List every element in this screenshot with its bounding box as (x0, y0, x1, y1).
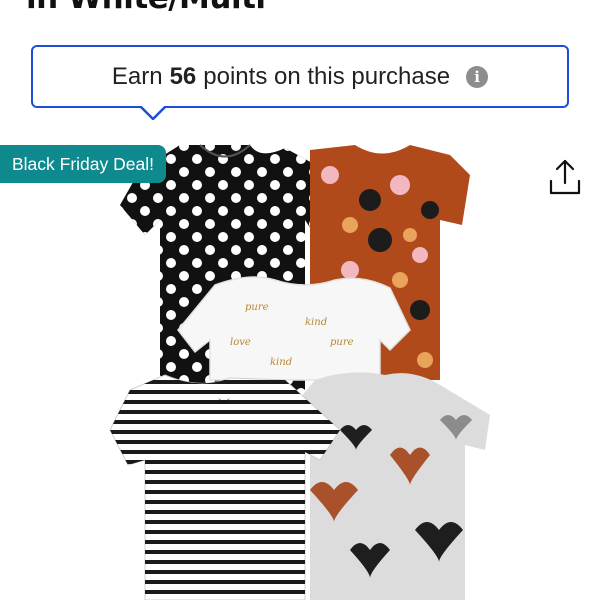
points-banner: Earn 56 points on this purchase i (31, 45, 569, 108)
product-image[interactable]: purekind love pure kind (100, 140, 500, 600)
points-prefix: Earn (111, 62, 163, 90)
points-suffix: points on this purchase (203, 62, 451, 90)
svg-text:pure: pure (245, 302, 269, 313)
black-friday-badge: Black Friday Deal! (0, 145, 166, 183)
info-icon[interactable]: i (466, 65, 489, 88)
points-value: 56 (169, 62, 197, 90)
bodysuit-striped (109, 374, 341, 600)
share-icon (549, 159, 581, 195)
bodysuit-white-script: purekind love pure kind (177, 276, 411, 381)
svg-text:kind: kind (305, 317, 327, 328)
share-button[interactable] (543, 155, 587, 199)
svg-text:love: love (230, 337, 251, 348)
svg-text:kind: kind (270, 357, 292, 368)
svg-text:pure: pure (330, 337, 354, 348)
banner-pointer (140, 106, 166, 120)
product-title: in White/Multi (26, 0, 266, 16)
